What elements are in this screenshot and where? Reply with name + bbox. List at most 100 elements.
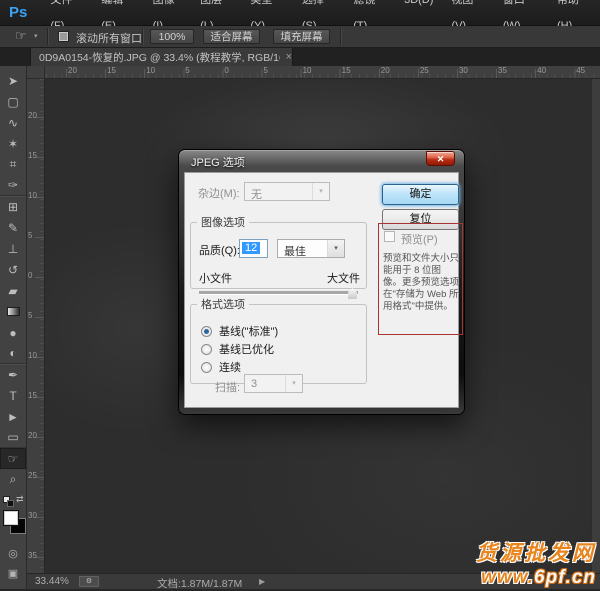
ruler-label: 15 xyxy=(28,152,38,192)
document-tab[interactable]: 0D9A0154-恢复的.JPG @ 33.4% (教程教学, RGB/16) … xyxy=(30,48,293,66)
ruler-label: 25 xyxy=(28,472,38,512)
options-bar: ☞ ▾ 滚动所有窗口 100% 适合屏幕 填充屏幕 xyxy=(0,26,600,48)
ruler-label: 5 xyxy=(261,66,300,78)
scans-value: 3 xyxy=(251,378,257,390)
eraser-tool[interactable]: ▰ xyxy=(0,280,26,301)
ruler-label: 40 xyxy=(535,66,574,78)
ruler-label: 15 xyxy=(28,392,38,432)
brush-tool[interactable]: ✎ xyxy=(0,217,26,238)
zoom-tool[interactable]: ⌕ xyxy=(0,469,26,490)
shape-tool[interactable]: ▭ xyxy=(0,427,26,448)
ruler-label: 35 xyxy=(496,66,535,78)
pen-tool[interactable]: ✒ xyxy=(0,364,26,385)
history-brush-tool[interactable]: ↺ xyxy=(0,259,26,280)
quality-preset-select[interactable]: 最佳 ▾ xyxy=(277,239,345,258)
ruler-label: 20 xyxy=(28,112,38,152)
quick-mask-icon: ◎ xyxy=(8,547,18,560)
quality-input[interactable]: 12 xyxy=(239,239,268,258)
fill-screen-button[interactable]: 填充屏幕 xyxy=(273,29,330,44)
marquee-tool[interactable]: ▢ xyxy=(0,91,26,112)
format-options-legend: 格式选项 xyxy=(197,296,249,312)
hand-tool-icon[interactable]: ☞ xyxy=(15,28,27,44)
chevron-down-icon: ▾ xyxy=(327,240,344,257)
status-expander-icon[interactable]: ▶ xyxy=(259,577,265,586)
blur-tool[interactable]: ● xyxy=(0,322,26,343)
ruler-label: 5 xyxy=(28,312,38,352)
screen-mode-button[interactable]: ▣ xyxy=(0,564,26,582)
magic-wand-tool[interactable]: ✶ xyxy=(0,133,26,154)
quick-mask-button[interactable]: ◎ xyxy=(0,544,26,562)
ruler-label: 10 xyxy=(144,66,183,78)
dialog-close-button[interactable]: ✕ xyxy=(426,151,455,166)
separator xyxy=(340,28,341,45)
healing-brush-tool[interactable]: ⊞ xyxy=(0,196,26,217)
status-panel-icon[interactable]: ⚙ xyxy=(79,576,99,587)
fit-screen-button[interactable]: 适合屏幕 xyxy=(203,29,260,44)
move-tool[interactable]: ➤ xyxy=(0,70,26,91)
hand-tool[interactable]: ☞ xyxy=(0,448,26,469)
chevron-down-icon[interactable]: ▾ xyxy=(34,32,38,40)
ruler-label: 10 xyxy=(28,352,38,392)
format-radio-option[interactable]: 基线已优化 xyxy=(201,340,278,358)
dialog-title: JPEG 选项 xyxy=(191,154,245,170)
status-bar: 33.44% ⚙ 文档:1.87M/1.87M ▶ xyxy=(27,573,600,589)
ruler-label: 15 xyxy=(340,66,379,78)
close-icon: ✕ xyxy=(437,154,445,164)
ruler-label: 10 xyxy=(28,192,38,232)
zoom-100-button[interactable]: 100% xyxy=(150,29,194,44)
image-options-legend: 图像选项 xyxy=(197,214,249,230)
format-radio-option[interactable]: 基线("标准") xyxy=(201,322,278,340)
ruler-label: 15 xyxy=(105,66,144,78)
quality-label: 品质(Q): xyxy=(199,242,240,258)
dialog-content: 杂边(M): 无 ▾ 确定 复位 图像选项 品质(Q): 12 最佳 ▾ 小文件… xyxy=(184,172,459,408)
document-title: 0D9A0154-恢复的.JPG @ 33.4% (教程教学, RGB/16) … xyxy=(31,50,280,65)
format-options-group: 格式选项 基线("标准") 基线已优化 连续 扫描: 3 ▾ xyxy=(190,296,367,384)
screen-mode-icon: ▣ xyxy=(8,567,18,580)
preview-checkbox xyxy=(384,231,395,242)
gradient-tool[interactable] xyxy=(0,301,26,322)
dodge-tool[interactable]: ◐ xyxy=(0,343,26,364)
swap-colors-icon[interactable]: ⇄ xyxy=(16,494,24,505)
ruler-label: 30 xyxy=(457,66,496,78)
vertical-scrollbar[interactable] xyxy=(591,79,600,573)
type-tool[interactable]: T xyxy=(0,385,26,406)
zoom-level-field[interactable]: 33.44% xyxy=(35,576,69,587)
eyedropper-tool[interactable]: ✑ xyxy=(0,175,26,196)
ruler-label: 45 xyxy=(574,66,600,78)
ruler-label: 0 xyxy=(28,272,38,312)
large-file-label: 大文件 xyxy=(327,270,360,286)
tab-close-icon[interactable]: × xyxy=(286,51,292,63)
ruler-label: 25 xyxy=(28,79,38,112)
ok-button[interactable]: 确定 xyxy=(382,184,459,205)
small-file-label: 小文件 xyxy=(199,270,232,286)
slider-track[interactable] xyxy=(199,291,358,294)
ruler-label: 30 xyxy=(28,512,38,552)
radio-label: 基线("标准") xyxy=(219,323,278,339)
preview-label: 预览(P) xyxy=(401,231,438,247)
ruler-label: 10 xyxy=(301,66,340,78)
ruler-label: 5 xyxy=(28,232,38,272)
radio-label: 基线已优化 xyxy=(219,341,274,357)
crop-tool[interactable]: ⌗ xyxy=(0,154,26,175)
default-colors-swap[interactable]: ⇄ xyxy=(2,494,26,508)
horizontal-ruler: 2015105051015202530354045 xyxy=(45,66,600,79)
separator xyxy=(142,28,143,45)
reset-button[interactable]: 复位 xyxy=(382,209,459,230)
foreground-color-swatch[interactable] xyxy=(3,510,19,526)
chevron-down-icon: ▾ xyxy=(312,183,329,200)
radio-icon[interactable] xyxy=(201,326,212,337)
image-options-group: 图像选项 品质(Q): 12 最佳 ▾ 小文件 大文件 xyxy=(190,214,367,289)
ruler-label: 20 xyxy=(28,432,38,472)
jpeg-options-dialog: JPEG 选项 ✕ 杂边(M): 无 ▾ 确定 复位 图像选项 品质(Q): 1… xyxy=(178,149,465,415)
preview-note: 预览和文件大小只能用于 8 位图像。更多预览选项在"存储为 Web 所用格式"中… xyxy=(383,253,460,313)
matte-label: 杂边(M): xyxy=(198,185,240,201)
radio-icon[interactable] xyxy=(201,344,212,355)
quality-preset-value: 最佳 xyxy=(284,243,306,259)
scans-label: 扫描: xyxy=(215,379,240,395)
lasso-tool[interactable]: ∿ xyxy=(0,112,26,133)
path-selection-tool[interactable]: ► xyxy=(0,406,26,427)
clone-stamp-tool[interactable]: ⊥ xyxy=(0,238,26,259)
radio-icon[interactable] xyxy=(201,362,212,373)
scroll-all-windows-checkbox[interactable] xyxy=(58,31,69,42)
quality-value: 12 xyxy=(242,242,260,254)
